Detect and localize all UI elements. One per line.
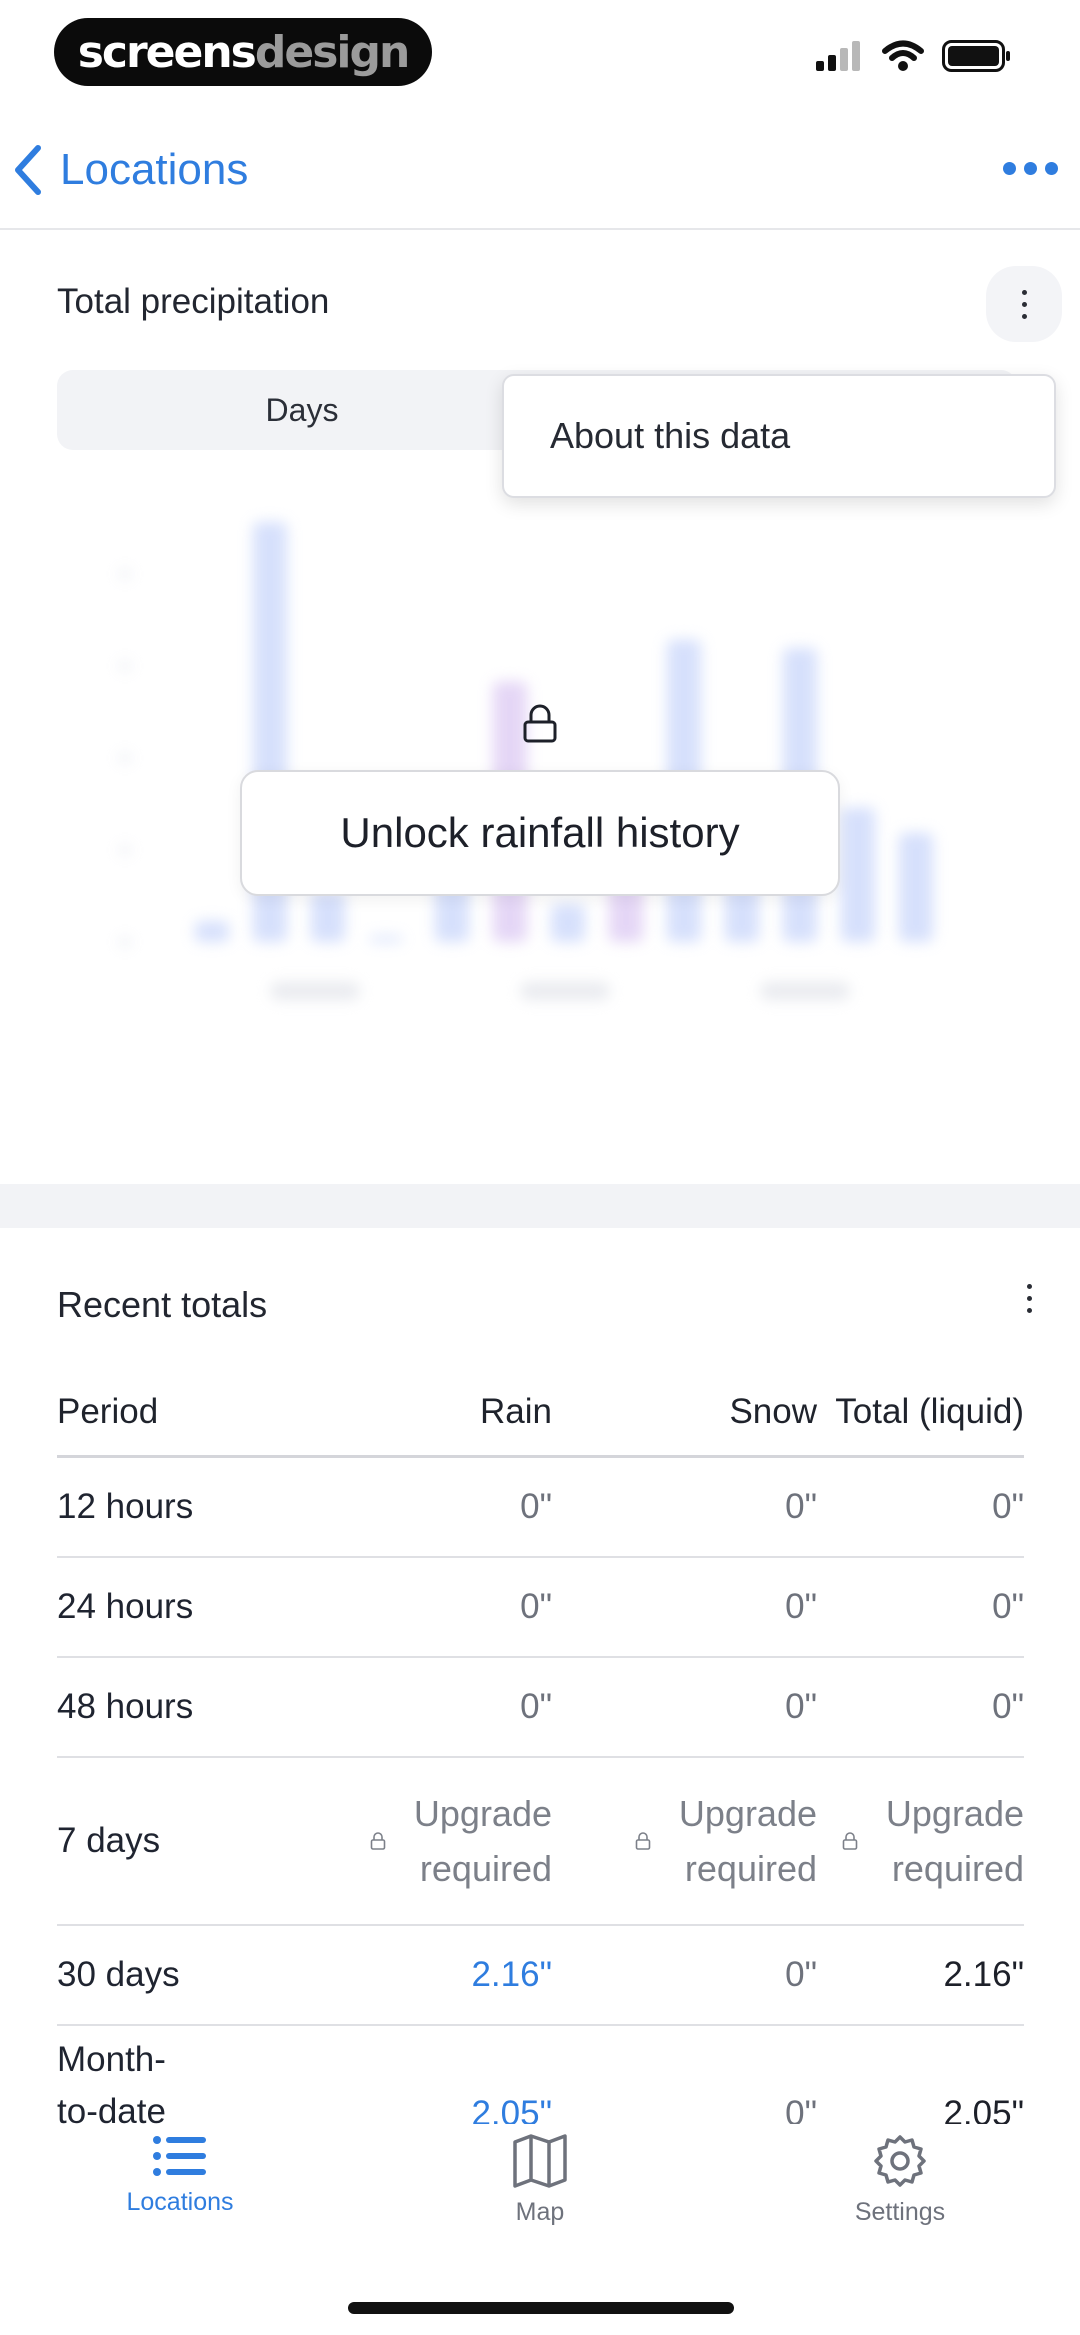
tab-label: Locations: [126, 2188, 234, 2216]
table-row: 24 hours 0" 0" 0": [57, 1558, 1024, 1658]
snow-cell: 0": [785, 1487, 817, 1526]
ellipsis-icon: [1003, 162, 1016, 175]
status-icons: [816, 40, 1012, 72]
chart-bar: [899, 832, 933, 942]
table-row: 30 days 2.16" 0" 2.16": [57, 1926, 1024, 2026]
recent-totals-title: Recent totals: [57, 1284, 268, 1325]
lock-icon: [370, 1832, 386, 1850]
vertical-ellipsis-icon: [1021, 289, 1027, 295]
y-axis-tick: [120, 571, 130, 577]
rain-cell[interactable]: 2.16": [237, 1926, 552, 2024]
x-axis-label: [520, 982, 610, 1000]
table-row: 7 days Upgrade required Upgrade required…: [57, 1758, 1024, 1926]
column-header-snow: Snow: [729, 1391, 817, 1431]
y-axis-tick: [120, 939, 130, 945]
total-cell: 0": [992, 1487, 1024, 1526]
period-cell: Month-to-date: [57, 2040, 166, 2128]
table-header: Period Rain Snow Total (liquid): [57, 1368, 1024, 1458]
chart-bar: [841, 807, 875, 942]
rain-upgrade-cell[interactable]: Upgrade required: [237, 1758, 552, 1924]
chart-bar: [311, 891, 345, 942]
rain-cell: 0": [520, 1587, 552, 1626]
table-row: Month-to-date 2.05" 0" 2.05": [57, 2026, 1024, 2128]
snow-cell: 0": [785, 1955, 817, 1994]
snow-cell: 0": [785, 2094, 817, 2128]
tab-locations[interactable]: Locations: [80, 2134, 280, 2217]
y-axis-tick: [120, 755, 130, 761]
segment-days[interactable]: Days: [57, 370, 547, 450]
total-upgrade-cell[interactable]: Upgrade required: [817, 1758, 1024, 1924]
snow-cell: 0": [785, 1587, 817, 1626]
x-axis-label: [760, 982, 850, 1000]
section-divider: [0, 1184, 1080, 1228]
x-axis-label: [270, 982, 360, 1000]
status-bar: screensdesign: [0, 0, 1080, 100]
map-icon: [513, 2134, 567, 2188]
tab-map[interactable]: Map: [440, 2134, 640, 2227]
recent-totals-menu-button[interactable]: [1004, 1268, 1054, 1328]
total-cell: 2.16": [943, 1955, 1024, 1994]
table-row: 48 hours 0" 0" 0": [57, 1658, 1024, 1758]
chart-bar: [195, 921, 229, 942]
lock-icon: [635, 1832, 651, 1850]
rain-cell: 0": [520, 1487, 552, 1526]
precipitation-card: Total precipitation Days Unlock rainfall…: [0, 232, 1080, 1184]
more-options-button[interactable]: [1003, 162, 1058, 175]
brand-text-part1: screens: [77, 26, 257, 78]
navigation-bar: Locations: [0, 110, 1080, 230]
precipitation-menu-button[interactable]: [986, 266, 1062, 342]
chart-bar: [551, 904, 585, 942]
rain-cell: 0": [520, 1687, 552, 1726]
brand-logo: screensdesign: [54, 18, 432, 86]
battery-icon: [942, 40, 1010, 72]
chevron-left-icon: [15, 145, 41, 195]
tab-label: Settings: [854, 2198, 946, 2226]
lock-icon: [842, 1832, 858, 1850]
recent-totals-card: Recent totals Period Rain Snow Total (li…: [0, 1228, 1080, 2128]
snow-cell: 0": [785, 1687, 817, 1726]
back-label: Locations: [60, 145, 249, 194]
totals-table: Period Rain Snow Total (liquid) 12 hours…: [57, 1368, 1024, 2128]
menu-item-about-this-data[interactable]: About this data: [502, 374, 1056, 498]
precipitation-chart: [120, 522, 933, 1000]
gear-icon: [874, 2135, 926, 2187]
card-title: Total precipitation: [57, 282, 330, 321]
list-icon: [153, 2136, 206, 2176]
tab-label: Map: [515, 2198, 565, 2226]
total-cell: 0": [992, 1687, 1024, 1726]
cellular-signal-icon: [816, 41, 860, 71]
rain-cell[interactable]: 2.05": [237, 2026, 552, 2128]
total-cell: 2.05": [943, 2094, 1024, 2128]
unlock-rainfall-history-button[interactable]: Unlock rainfall history: [240, 770, 840, 896]
lock-icon: [523, 704, 557, 743]
table-row: 12 hours 0" 0" 0": [57, 1458, 1024, 1558]
total-cell: 0": [992, 1587, 1024, 1626]
snow-upgrade-cell[interactable]: Upgrade required: [552, 1758, 817, 1924]
column-header-total: Total (liquid): [835, 1391, 1024, 1431]
chart-bar: [369, 936, 403, 942]
y-axis-tick: [120, 663, 130, 669]
wifi-icon: [882, 40, 924, 71]
column-header-rain: Rain: [480, 1391, 552, 1431]
vertical-ellipsis-icon: [1026, 1283, 1032, 1289]
tab-settings[interactable]: Settings: [800, 2134, 1000, 2227]
brand-text-part2: design: [254, 26, 410, 78]
back-button[interactable]: Locations: [10, 144, 248, 196]
y-axis-tick: [120, 847, 130, 853]
home-indicator: [348, 2302, 734, 2314]
